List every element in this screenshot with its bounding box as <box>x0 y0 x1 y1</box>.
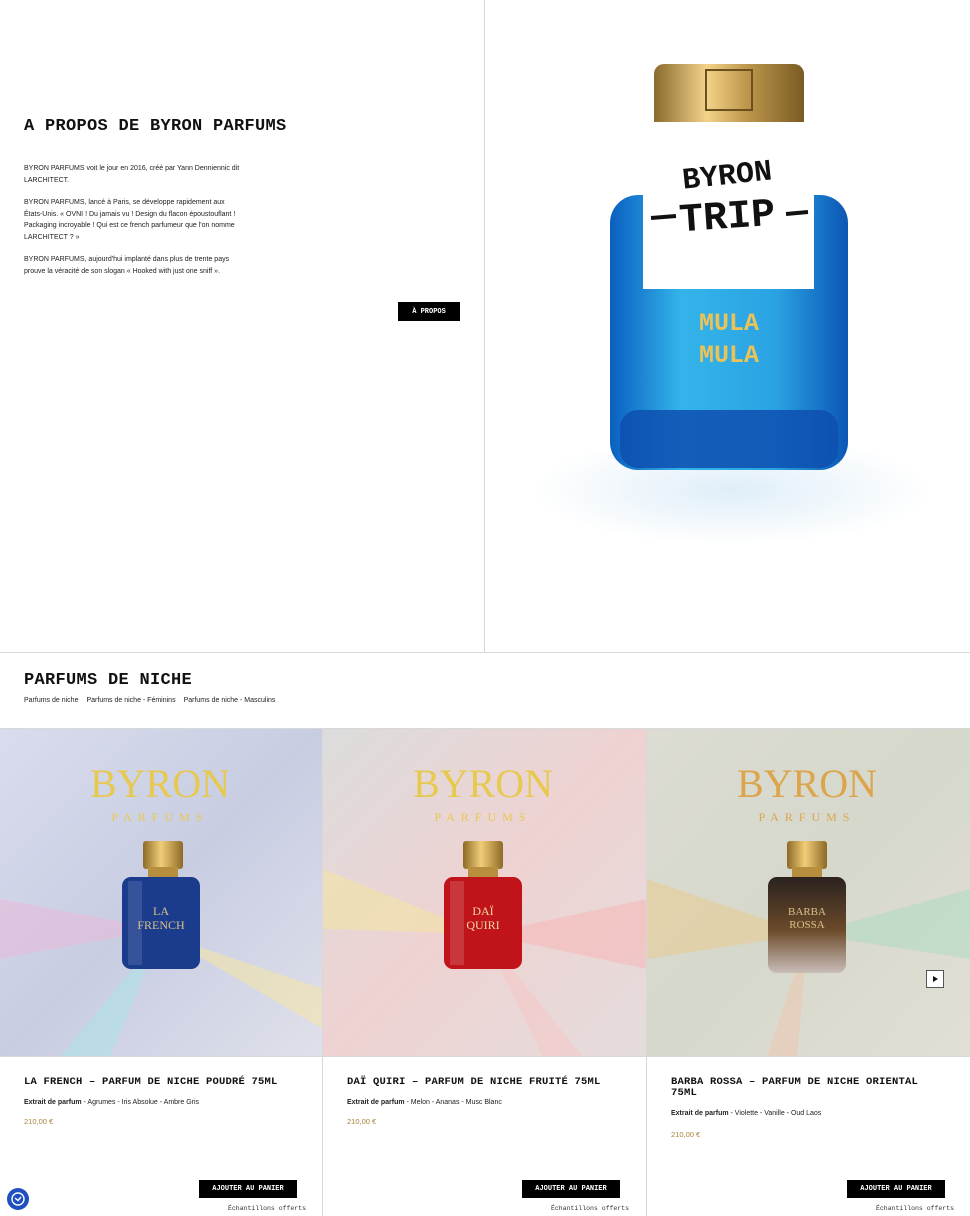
about-paragraph-2: BYRON PARFUMS, lancé à Paris, se dévelop… <box>24 199 236 241</box>
niche-section-title: PARFUMS DE NICHE <box>24 671 193 690</box>
image-sub-text: PARFUMS <box>759 810 856 824</box>
about-section: A PROPOS DE BYRON PARFUMS BYRON PARFUMS … <box>0 0 970 653</box>
bottle-label-1: LA <box>153 904 169 918</box>
carousel-next-button[interactable] <box>926 970 944 988</box>
product-bottle-illustration: BYRON PARFUMS LA FRENCH <box>0 729 322 1056</box>
samples-note: Échantillons offerts <box>228 1205 307 1212</box>
product-grid: BYRON PARFUMS LA FRENCH LA FRENCH – PARF… <box>0 728 970 1216</box>
image-sub-text: PARFUMS <box>435 810 532 824</box>
product-title[interactable]: DAÏ QUIRI – PARFUM DE NICHE FRUITÉ 75ML <box>347 1077 617 1088</box>
bottle-label-2: ROSSA <box>789 919 825 931</box>
product-card[interactable]: BYRON PARFUMS DAÏ QUIRI DAÏ QUIRI – PARF… <box>323 729 647 1216</box>
add-to-cart-button[interactable]: AJOUTER AU PANIER <box>847 1180 945 1198</box>
product-bottle-illustration: BYRON PARFUMS DAÏ QUIRI <box>323 729 646 1056</box>
link-niche-masculins[interactable]: Parfums de niche - Masculins <box>184 697 276 704</box>
bottle-label-2: QUIRI <box>466 918 499 932</box>
image-brand-text: BYRON <box>90 761 230 806</box>
image-brand-text: BYRON <box>413 761 553 806</box>
product-image[interactable]: BYRON PARFUMS LA FRENCH <box>0 729 322 1057</box>
hero-image: BYRON TRIP MULA MULA <box>486 0 970 652</box>
about-paragraph-1: BYRON PARFUMS voit le jour en 2016, créé… <box>24 165 240 184</box>
product-card[interactable]: BYRON PARFUMS LA FRENCH LA FRENCH – PARF… <box>0 729 323 1216</box>
hero-bottle-label-1: MULA <box>699 309 759 338</box>
product-image[interactable]: BYRON PARFUMS BARBA ROSSA <box>647 729 970 1057</box>
about-title: A PROPOS DE BYRON PARFUMS <box>24 117 287 136</box>
bottle-label-2: FRENCH <box>137 918 185 932</box>
product-price: 210,00 € <box>24 1117 54 1126</box>
about-paragraph-3: BYRON PARFUMS, aujourd'hui implanté dans… <box>24 256 230 275</box>
image-sub-text: PARFUMS <box>112 810 209 824</box>
product-notes-label: Extrait de parfum <box>24 1099 82 1106</box>
accessibility-button[interactable] <box>7 1188 29 1210</box>
image-brand-text: BYRON <box>737 761 877 806</box>
product-card[interactable]: BYRON PARFUMS BARBA ROSSA BARBA ROSSA – … <box>647 729 970 1216</box>
play-arrow-icon <box>933 976 938 982</box>
about-text-panel: A PROPOS DE BYRON PARFUMS BYRON PARFUMS … <box>0 0 485 652</box>
bottle-label-1: DAÏ <box>472 904 493 918</box>
samples-note: Échantillons offerts <box>876 1205 955 1212</box>
samples-note: Échantillons offerts <box>551 1205 630 1212</box>
product-notes-values: - Agrumes - Iris Absolue - Ambre Gris <box>81 1099 200 1106</box>
about-button[interactable]: À PROPOS <box>398 302 460 321</box>
link-niche-feminins[interactable]: Parfums de niche - Féminins <box>86 697 175 704</box>
product-notes: Extrait de parfum - Melon - Ananas - Mus… <box>347 1099 502 1106</box>
product-notes-values: - Melon - Ananas - Musc Blanc <box>404 1099 502 1106</box>
product-notes-label: Extrait de parfum <box>671 1110 729 1117</box>
product-bottle-illustration: BYRON PARFUMS BARBA ROSSA <box>647 729 970 1056</box>
product-title[interactable]: BARBA ROSSA – PARFUM DE NICHE ORIENTAL 7… <box>671 1077 941 1099</box>
bottle-label-1: BARBA <box>788 906 826 918</box>
product-image[interactable]: BYRON PARFUMS DAÏ QUIRI <box>323 729 646 1057</box>
product-price: 210,00 € <box>347 1117 377 1126</box>
product-notes: Extrait de parfum - Violette - Vanille -… <box>671 1110 821 1117</box>
product-price: 210,00 € <box>671 1130 701 1139</box>
product-notes-label: Extrait de parfum <box>347 1099 405 1106</box>
add-to-cart-button[interactable]: AJOUTER AU PANIER <box>522 1180 620 1198</box>
add-to-cart-button[interactable]: AJOUTER AU PANIER <box>199 1180 297 1198</box>
product-title[interactable]: LA FRENCH – PARFUM DE NICHE POUDRÉ 75ML <box>24 1077 294 1088</box>
hero-bottle-label-2: MULA <box>699 341 759 370</box>
niche-category-links: Parfums de niche Parfums de niche - Fémi… <box>24 697 275 704</box>
product-notes-values: - Violette - Vanille - Oud Laos <box>728 1110 822 1117</box>
product-notes: Extrait de parfum - Agrumes - Iris Absol… <box>24 1099 199 1106</box>
accessibility-icon <box>11 1192 25 1206</box>
hero-brand-line-2: TRIP <box>678 193 777 245</box>
link-niche-all[interactable]: Parfums de niche <box>24 697 78 704</box>
hero-bottle-illustration: BYRON TRIP MULA MULA <box>532 64 932 545</box>
